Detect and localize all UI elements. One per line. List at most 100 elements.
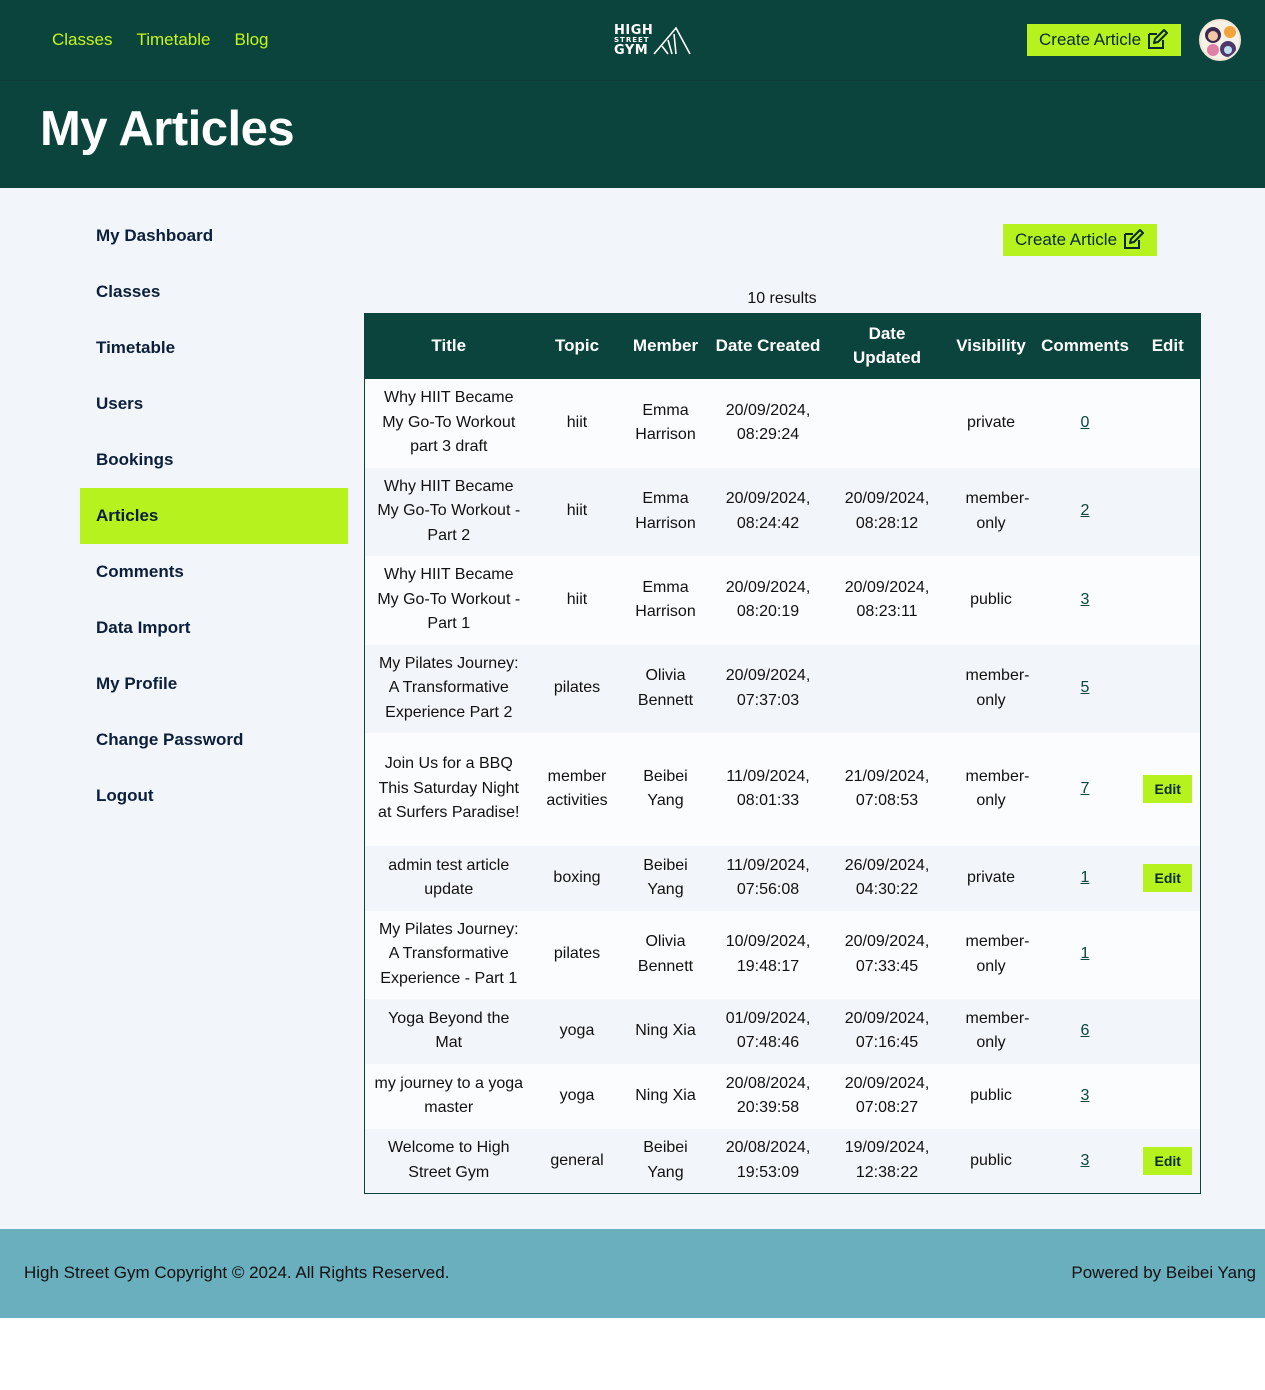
sidebar-item-data-import[interactable]: Data Import [80, 600, 348, 656]
edit-article-button[interactable]: Edit [1143, 775, 1193, 803]
cell-member: Ning Xia [621, 1063, 710, 1129]
sidebar-item-users[interactable]: Users [80, 376, 348, 432]
table-row: Yoga Beyond the Mat yoga Ning Xia 01/09/202… [364, 998, 1201, 1064]
cell-date-created: 11/09/2024, 07:56:08 [709, 845, 827, 911]
logo-text-gym: GYM [614, 43, 649, 58]
table-row: my journey to a yoga master yoga Ning Xia 2… [364, 1063, 1201, 1129]
cell-topic: member activities [532, 732, 622, 846]
column-header-comments: Comments [1034, 313, 1136, 379]
cell-visibility: member-only [947, 998, 1035, 1064]
sidebar-item-articles[interactable]: Articles [80, 488, 348, 544]
top-nav: Classes Timetable Blog HIGH STREET GYM C… [0, 0, 1265, 80]
gym-logo[interactable]: HIGH STREET GYM [614, 22, 694, 58]
top-nav-links: Classes Timetable Blog [52, 30, 269, 50]
cell-date-updated: 20/09/2024, 07:16:45 [826, 998, 948, 1064]
cell-comments: 1 [1034, 845, 1136, 911]
cell-date-created: 20/09/2024, 08:29:24 [709, 378, 827, 468]
avatar[interactable] [1199, 19, 1241, 61]
main-area: My Dashboard Classes Timetable Users Boo… [0, 188, 1265, 1229]
cell-date-updated [826, 644, 948, 733]
comments-count-link[interactable]: 3 [1081, 1087, 1090, 1104]
nav-link-timetable[interactable]: Timetable [136, 30, 210, 50]
cell-visibility: member-only [947, 732, 1035, 846]
cell-topic: pilates [532, 644, 622, 733]
cell-member: Beibei Yang [621, 1128, 710, 1194]
comments-count-link[interactable]: 5 [1081, 679, 1090, 696]
footer: High Street Gym Copyright © 2024. All Ri… [0, 1229, 1265, 1318]
cell-title: My Pilates Journey: A Transformative Exp… [364, 644, 533, 733]
cell-date-updated: 20/09/2024, 07:08:27 [826, 1063, 948, 1129]
comments-count-link[interactable]: 1 [1081, 869, 1090, 886]
column-header-edit: Edit [1135, 313, 1201, 379]
cell-member: Olivia Bennett [621, 644, 710, 733]
table-row: Why HIIT Became My Go-To Workout - Part … [364, 555, 1201, 645]
cell-title: admin test article update [364, 845, 533, 911]
cell-visibility: public [947, 1063, 1035, 1129]
cell-date-created: 20/09/2024, 08:24:42 [709, 467, 827, 556]
edit-article-button[interactable]: Edit [1143, 1146, 1193, 1175]
cell-comments: 3 [1034, 555, 1136, 645]
cell-topic: yoga [532, 998, 622, 1064]
cell-member: Beibei Yang [621, 732, 710, 846]
table-row: Welcome to High Street Gym general Beibei … [364, 1128, 1201, 1194]
table-row: My Pilates Journey: A Transformative Exp… [364, 644, 1201, 733]
sidebar-item-comments[interactable]: Comments [80, 544, 348, 600]
cell-date-updated: 20/09/2024, 08:28:12 [826, 467, 948, 556]
create-article-nav-button[interactable]: Create Article [1027, 24, 1182, 56]
create-article-label: Create Article [1015, 230, 1118, 249]
sidebar-item-my-profile[interactable]: My Profile [80, 656, 348, 712]
cell-date-updated: 19/09/2024, 12:38:22 [826, 1128, 948, 1194]
comments-count-link[interactable]: 0 [1081, 414, 1090, 431]
table-row: Join Us for a BBQ This Saturday Night at… [364, 732, 1201, 846]
cell-member: Olivia Bennett [621, 910, 710, 999]
nav-link-classes[interactable]: Classes [52, 30, 112, 50]
cell-comments: 2 [1034, 467, 1136, 556]
cell-topic: general [532, 1128, 622, 1194]
cell-edit: Edit [1135, 1128, 1201, 1194]
table-row: Why HIIT Became My Go-To Workout part 3 … [364, 378, 1201, 468]
cell-date-created: 10/09/2024, 19:48:17 [709, 910, 827, 999]
comments-count-link[interactable]: 7 [1081, 780, 1090, 797]
cell-date-updated [826, 378, 948, 468]
cell-edit [1135, 910, 1201, 999]
table-body: Why HIIT Became My Go-To Workout part 3 … [364, 378, 1201, 1194]
cell-topic: hiit [532, 378, 622, 468]
cell-member: Ning Xia [621, 998, 710, 1064]
cell-topic: hiit [532, 555, 622, 645]
nav-link-blog[interactable]: Blog [234, 30, 268, 50]
table-row: admin test article update boxing Beibei Ya… [364, 845, 1201, 911]
bridge-icon [653, 26, 691, 55]
cell-edit [1135, 378, 1201, 468]
sidebar-item-change-password[interactable]: Change Password [80, 712, 348, 768]
sidebar-item-classes[interactable]: Classes [80, 264, 348, 320]
cell-title: Welcome to High Street Gym [364, 1128, 533, 1194]
cell-comments: 3 [1034, 1128, 1136, 1194]
cell-member: Emma Harrison [621, 555, 710, 645]
edit-icon [1124, 229, 1145, 249]
comments-count-link[interactable]: 3 [1081, 1152, 1090, 1169]
comments-count-link[interactable]: 3 [1081, 591, 1090, 608]
cell-comments: 5 [1034, 644, 1136, 733]
cell-edit: Edit [1135, 845, 1201, 911]
column-header-visibility: Visibility [947, 313, 1035, 379]
page-title: My Articles [40, 102, 295, 156]
cell-date-updated: 20/09/2024, 08:23:11 [826, 555, 948, 645]
sidebar-item-timetable[interactable]: Timetable [80, 320, 348, 376]
sidebar-item-bookings[interactable]: Bookings [80, 432, 348, 488]
comments-count-link[interactable]: 2 [1081, 502, 1090, 519]
cell-member: Emma Harrison [621, 378, 710, 468]
comments-count-link[interactable]: 1 [1081, 945, 1090, 962]
cell-edit [1135, 1063, 1201, 1129]
cell-title: Why HIIT Became My Go-To Workout - Part … [364, 555, 533, 645]
cell-topic: pilates [532, 910, 622, 999]
sidebar-item-logout[interactable]: Logout [80, 768, 348, 824]
cell-title: Why HIIT Became My Go-To Workout - Part … [364, 467, 533, 556]
create-article-button[interactable]: Create Article [1003, 224, 1158, 256]
create-article-nav-label: Create Article [1039, 30, 1142, 49]
cell-visibility: member-only [947, 467, 1035, 556]
sidebar-item-my-dashboard[interactable]: My Dashboard [80, 208, 348, 264]
comments-count-link[interactable]: 6 [1081, 1022, 1090, 1039]
cell-date-updated: 26/09/2024, 04:30:22 [826, 845, 948, 911]
cell-title: My Pilates Journey: A Transformative Exp… [364, 910, 533, 999]
edit-article-button[interactable]: Edit [1143, 864, 1193, 892]
